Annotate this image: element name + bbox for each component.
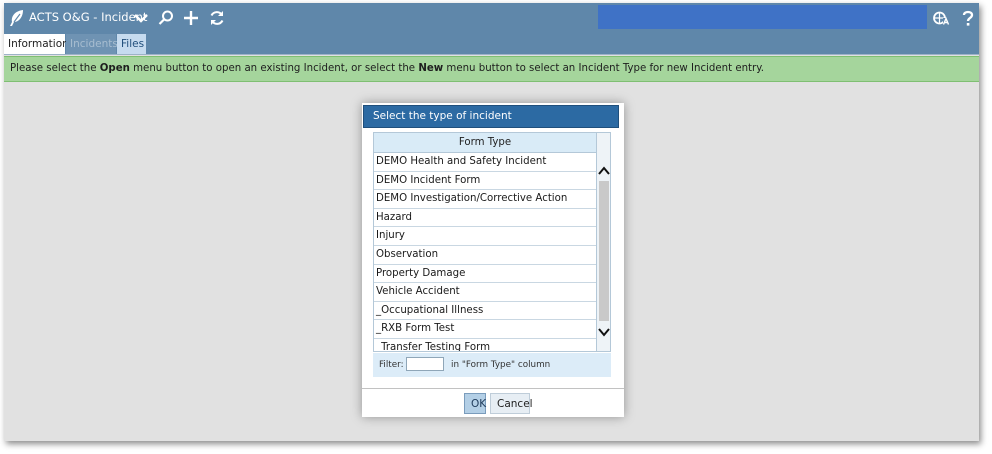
ok-button[interactable]: OK (464, 393, 486, 414)
list-item[interactable]: _RXB Form Test (374, 320, 596, 339)
filter-input[interactable] (406, 357, 444, 371)
list-item[interactable]: Vehicle Accident (374, 283, 596, 302)
refresh-icon[interactable] (208, 9, 226, 27)
list-item[interactable]: _Transfer Testing Form (374, 338, 596, 351)
scroll-thumb[interactable] (599, 181, 609, 321)
list-item[interactable]: Hazard (374, 208, 596, 228)
list-item[interactable]: Injury (374, 227, 596, 246)
form-type-list: Form Type DEMO Health and Safety Inciden… (373, 132, 611, 352)
filter-bar: Filter: in "Form Type" column (373, 353, 611, 377)
info-message: Please select the Open menu button to op… (4, 56, 979, 82)
column-header-form-type[interactable]: Form Type (374, 133, 596, 153)
filter-label: Filter: (379, 360, 404, 370)
list-item[interactable]: Property Damage (374, 264, 596, 284)
top-bar: ACTS O&G - Incident (4, 3, 979, 33)
chevron-down-icon[interactable] (132, 9, 150, 27)
list-item[interactable]: Observation (374, 245, 596, 265)
search-icon[interactable] (157, 9, 175, 27)
list-item[interactable]: DEMO Incident Form (374, 171, 596, 191)
scroll-up-icon[interactable] (597, 163, 611, 179)
tab-files[interactable]: Files (117, 34, 146, 54)
tab-information[interactable]: Information (4, 34, 69, 54)
tab-bar: Information Incidents Files (4, 33, 979, 55)
filter-column-hint: in "Form Type" column (451, 360, 551, 370)
app-title: ACTS O&G - Incident (29, 10, 148, 24)
plus-icon[interactable] (182, 9, 200, 27)
leaf-logo-icon (10, 10, 23, 26)
cancel-button[interactable]: Cancel (490, 393, 533, 414)
help-icon[interactable] (959, 9, 977, 27)
form-type-rows: DEMO Health and Safety Incident DEMO Inc… (374, 153, 596, 351)
translate-icon[interactable] (932, 9, 950, 27)
tab-incidents: Incidents (66, 34, 118, 54)
scroll-down-icon[interactable] (597, 324, 611, 340)
dialog-divider (362, 388, 624, 389)
list-scrollbar[interactable] (596, 133, 611, 351)
search-strip[interactable] (598, 5, 927, 29)
dialog-title: Select the type of incident (363, 105, 619, 128)
list-item[interactable]: _Occupational Illness (374, 301, 596, 321)
incident-type-dialog: Select the type of incident Form Type DE… (362, 103, 624, 417)
app-window: ACTS O&G - Incident Information Incident… (4, 3, 979, 441)
list-item[interactable]: DEMO Investigation/Corrective Action (374, 190, 596, 209)
list-item[interactable]: DEMO Health and Safety Incident (374, 153, 596, 172)
